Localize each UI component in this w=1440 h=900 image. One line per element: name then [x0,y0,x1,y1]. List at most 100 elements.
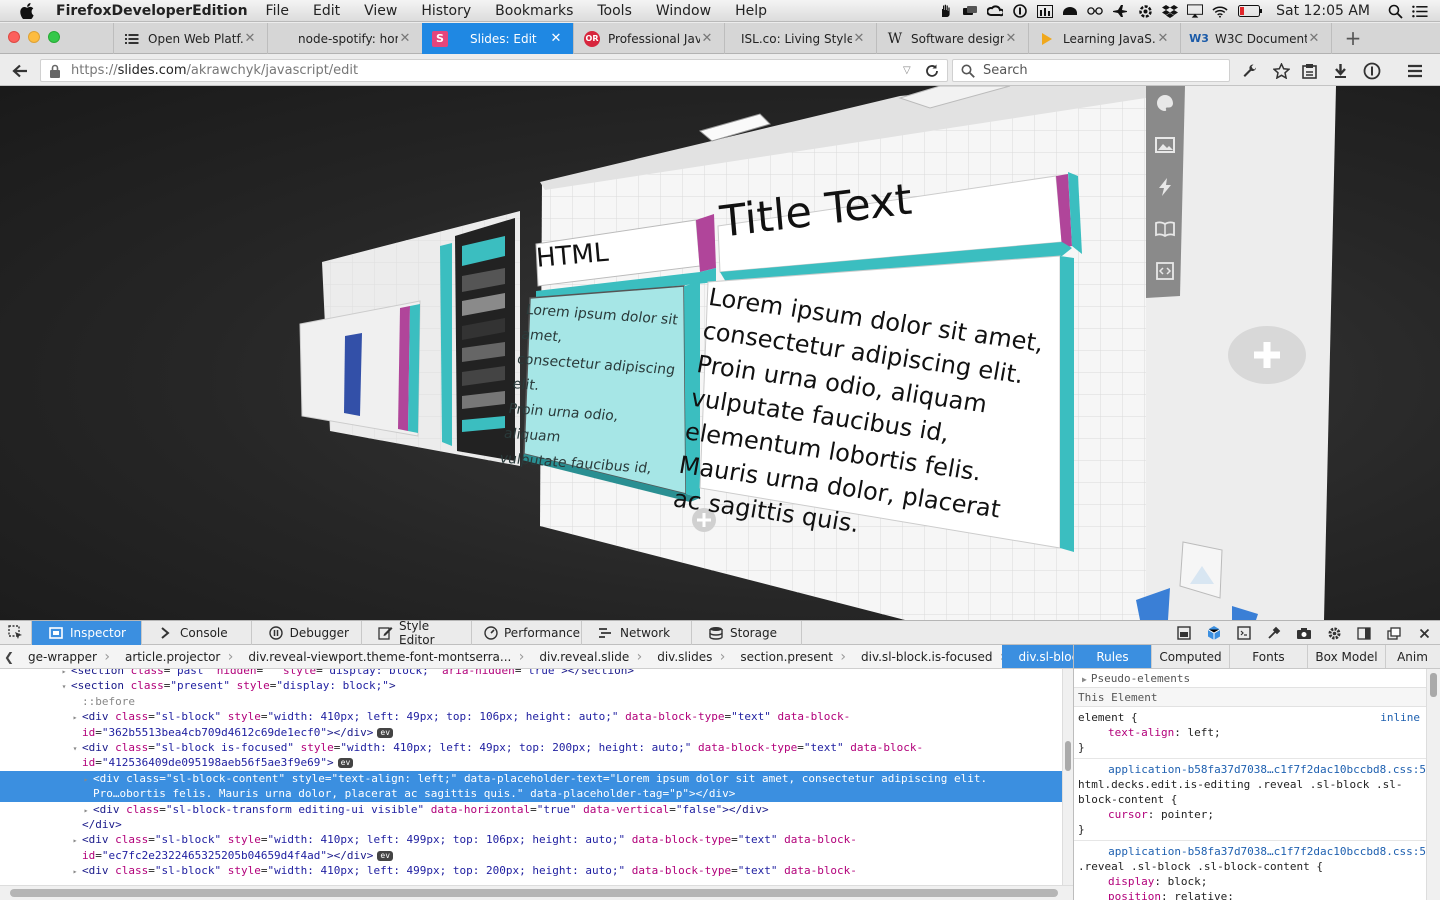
responsive-mode-icon[interactable] [1174,624,1194,642]
expand-twisty-icon[interactable]: ▸ [81,772,91,787]
downloads-icon[interactable] [1329,60,1351,82]
activity-monitor-icon[interactable] [1037,4,1054,18]
css-property-name[interactable]: cursor [1108,808,1148,821]
helmet-icon[interactable] [1062,4,1078,18]
window-minimize-button[interactable] [28,31,40,43]
devtools-settings-gear-icon[interactable] [1324,624,1344,642]
markup-node[interactable]: </div> [0,817,1062,832]
add-slide-plus-icon[interactable] [1228,326,1306,384]
tab-close-icon[interactable]: ✕ [700,31,714,46]
css-rule[interactable]: application-b58fa37d7038…c1f7f2dac10bccb… [1074,759,1440,841]
markup-vertical-scrollbar[interactable] [1062,669,1073,885]
scrollbar-thumb[interactable] [10,889,1058,897]
expand-twisty-icon[interactable]: ▸ [70,864,80,879]
scrollbar-thumb[interactable] [1065,741,1071,771]
hand-icon[interactable] [937,4,953,18]
tab-close-icon[interactable]: ✕ [1156,31,1170,46]
window-zoom-button[interactable] [48,31,60,43]
rule-source-link[interactable]: inline [1380,710,1430,725]
markup-node[interactable]: ▸ <section class="past" hidden="" style="… [0,669,1062,678]
markup-node[interactable]: ▾ <div class="sl-block is-focused" style=… [0,740,1062,755]
css-declaration[interactable]: text-align: left; [1078,725,1436,740]
tab-close-icon[interactable]: ✕ [243,31,257,46]
menu-view[interactable]: View [364,3,397,19]
css-rule[interactable]: inline element {text-align: left;} [1074,707,1440,759]
search-bar[interactable] [952,59,1230,82]
tab-close-icon[interactable]: ✕ [549,31,563,46]
pseudo-elements-toggle[interactable]: ▶ Pseudo-elements [1074,669,1440,688]
css-declaration[interactable]: cursor: pointer; [1078,807,1436,822]
css-rule[interactable]: application-b58fa37d7038…c1f7f2dac10bccb… [1074,841,1440,900]
menu-bookmarks[interactable]: Bookmarks [495,3,573,19]
css-property-value[interactable]: pointer [1161,808,1207,821]
onepassword-icon[interactable] [1012,4,1028,18]
slide-html-label[interactable]: HTML [535,238,610,274]
tab-open-web-platform[interactable]: Open Web Platf... ✕ [113,23,267,54]
tab-learning-javascript[interactable]: Learning JavaS... ✕ [1028,23,1180,54]
tab-professional-javascript[interactable]: OR Professional Jav... ✕ [573,23,724,54]
image-icon[interactable] [1148,128,1182,162]
messages-icon[interactable] [962,4,978,18]
tab-software-design[interactable]: W Software design... ✕ [876,23,1028,54]
tab-console[interactable]: Console [142,620,252,645]
markup-node[interactable]: ::before [0,694,1062,709]
dock-side-icon[interactable] [1354,624,1374,642]
menu-help[interactable]: Help [735,3,767,19]
markup-node-selected[interactable]: Pro…obortis felis. Mauris urna dolor, pl… [0,786,1062,802]
bookmark-star-icon[interactable] [1270,60,1292,82]
back-arrow-icon[interactable] [9,60,31,82]
markup-node[interactable]: ▾ <section class="present" style="display… [0,678,1062,693]
tab-rules[interactable]: Rules [1074,645,1152,668]
airplay-icon[interactable] [1187,4,1204,18]
breadcrumb-item-selected[interactable]: div.sl-block-content [1002,645,1073,668]
tab-close-icon[interactable]: ✕ [398,31,412,46]
menu-tools[interactable]: Tools [597,3,632,19]
tab-close-icon[interactable]: ✕ [852,31,866,46]
screenshot-camera-icon[interactable] [1294,624,1314,642]
tab-close-icon[interactable]: ✕ [1004,31,1018,46]
airplane-icon[interactable] [1112,4,1128,18]
markup-node[interactable]: ▸ <div class="sl-block" style="width: 410… [0,832,1062,847]
sidebar-scrollbar[interactable] [1426,669,1440,900]
breadcrumb-item[interactable]: ge-wrapper [18,645,110,668]
breadcrumb-scroll-left-icon[interactable]: ❮ [0,650,18,664]
book-icon[interactable] [1148,212,1182,246]
expand-twisty-icon[interactable]: ▸ [70,710,80,725]
creative-cloud-icon[interactable] [987,4,1004,18]
url-text[interactable]: https://slides.com/akrawchyk/javascript/… [71,63,903,78]
tab-network[interactable]: Network [582,620,692,645]
reading-list-icon[interactable] [1298,60,1320,82]
tab-fonts[interactable]: Fonts [1230,645,1308,668]
3d-view-icon[interactable] [1204,624,1224,642]
tab-inspector[interactable]: Inspector [32,620,142,645]
css-property-value[interactable]: block [1168,875,1201,888]
breadcrumb-item[interactable]: div.reveal-viewport.theme-font-montserra… [230,645,524,668]
markup-node[interactable]: ▸ <div class="sl-block" style="width: 410… [0,709,1062,724]
tab-node-spotify[interactable]: node-spotify: home ✕ [267,23,422,54]
breadcrumb-item[interactable]: article.projector [107,645,234,668]
markup-horizontal-scrollbar[interactable] [0,885,1073,900]
markup-node[interactable]: ▸ <div class="sl-block-transform editing-… [0,802,1062,817]
menu-edit[interactable]: Edit [313,3,340,19]
app-name-menu[interactable]: FirefoxDeveloperEdition [56,3,248,19]
css-property-name[interactable]: text-align [1108,726,1174,739]
page-content-3d-view[interactable]: HTML Title Text Lorem ipsum dolor sit am… [0,86,1440,620]
wifi-icon[interactable] [1212,4,1228,18]
scratchpad-icon[interactable] [1234,624,1254,642]
rule-selector[interactable]: .reveal .sl-block .sl-block-content { [1078,859,1436,874]
reload-icon[interactable] [925,64,943,78]
tab-style-editor[interactable]: Style Editor [362,619,472,647]
tab-w3c-document[interactable]: W3 W3C Document ... ✕ [1180,23,1332,54]
theme-palette-icon[interactable] [1148,86,1182,120]
expand-twisty-icon[interactable]: ▸ [70,833,80,848]
expand-twisty-icon[interactable]: ▾ [70,741,80,756]
lightning-icon[interactable] [1148,170,1182,204]
tab-animations[interactable]: Anim [1386,645,1439,668]
tab-computed[interactable]: Computed [1152,645,1230,668]
css-property-name[interactable]: display [1108,875,1154,888]
dropbox-icon[interactable] [1162,4,1179,18]
menu-file[interactable]: File [266,3,289,19]
css-property-value[interactable]: left [1187,726,1214,739]
tab-performance[interactable]: Performance [472,620,582,645]
slide-body-text[interactable]: Lorem ipsum dolor sit amet, consectetur … [671,280,1068,565]
